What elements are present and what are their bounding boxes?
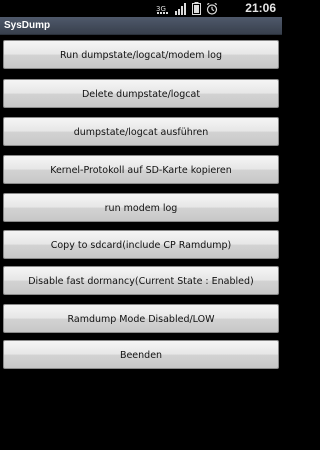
delete-dumpstate-logcat-button[interactable]: Delete dumpstate/logcat: [3, 79, 279, 108]
empty-area: [0, 372, 282, 450]
status-bar: 3G 21:06: [0, 0, 282, 17]
run-dumpstate-logcat-modem-log-button[interactable]: Run dumpstate/logcat/modem log: [3, 40, 279, 69]
dumpstate-logcat-ausfuehren-button[interactable]: dumpstate/logcat ausführen: [3, 117, 279, 146]
network-3g-icon: 3G: [156, 3, 170, 14]
signal-icon: [175, 2, 187, 15]
status-icons: 3G: [156, 2, 218, 15]
status-time: 21:06: [245, 1, 276, 15]
copy-to-sdcard-button[interactable]: Copy to sdcard(include CP Ramdump): [3, 230, 279, 259]
disable-fast-dormancy-button[interactable]: Disable fast dormancy(Current State : En…: [3, 266, 279, 295]
beenden-button[interactable]: Beenden: [3, 340, 279, 369]
kernel-protokoll-kopieren-button[interactable]: Kernel-Protokoll auf SD-Karte kopieren: [3, 155, 279, 184]
svg-text:3G: 3G: [156, 5, 166, 13]
run-modem-log-button[interactable]: run modem log: [3, 193, 279, 222]
app-title: SysDump: [4, 20, 51, 31]
title-bar: SysDump: [0, 17, 282, 35]
battery-icon: [192, 2, 201, 15]
ramdump-mode-button[interactable]: Ramdump Mode Disabled/LOW: [3, 304, 279, 333]
alarm-icon: [206, 2, 218, 15]
